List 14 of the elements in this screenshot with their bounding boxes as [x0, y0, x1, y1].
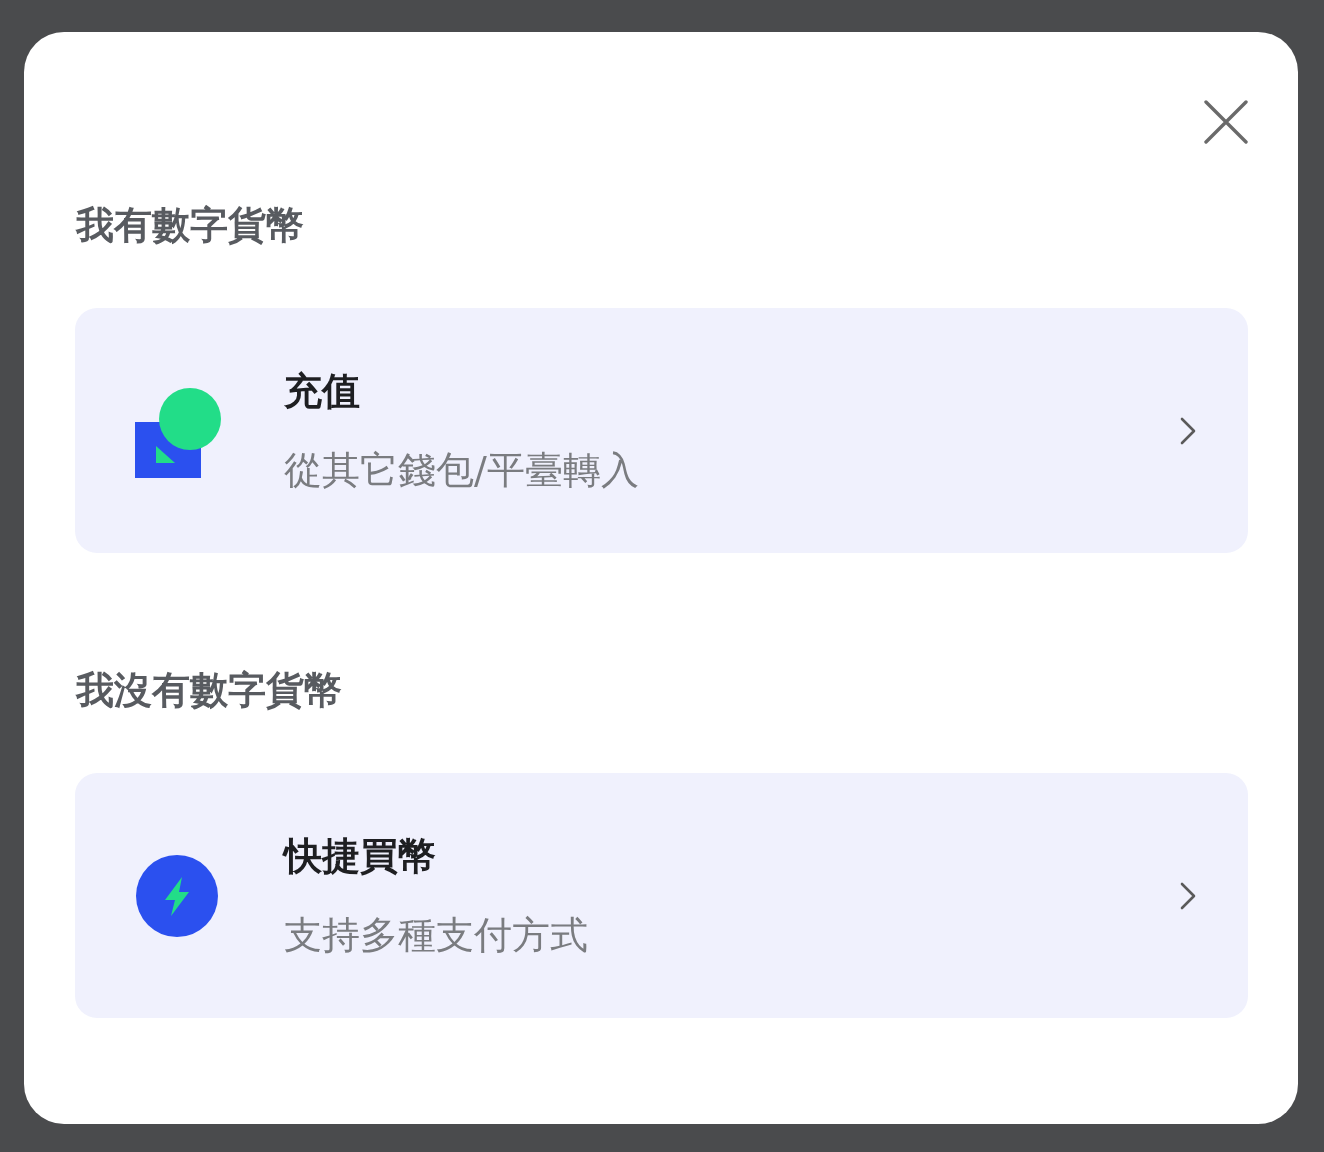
close-button[interactable] [1204, 100, 1248, 144]
square-circle-icon [135, 387, 221, 478]
chevron-right-icon [1180, 881, 1196, 910]
section-title: 我沒有數字貨幣 [76, 667, 342, 714]
option-subtitle: 支持多種支付方式 [284, 912, 588, 958]
lightning-icon [136, 854, 218, 937]
option-card[interactable]: 快捷買幣 支持多種支付方式 [75, 773, 1248, 1018]
option-card[interactable]: 充值 從其它錢包/平臺轉入 [75, 308, 1248, 553]
section-title: 我有數字貨幣 [76, 202, 304, 249]
option-title: 充值 [284, 368, 360, 414]
option-subtitle: 從其它錢包/平臺轉入 [284, 447, 639, 493]
chevron-right-icon [1180, 416, 1196, 445]
close-icon [1204, 100, 1248, 144]
option-title: 快捷買幣 [284, 833, 436, 879]
